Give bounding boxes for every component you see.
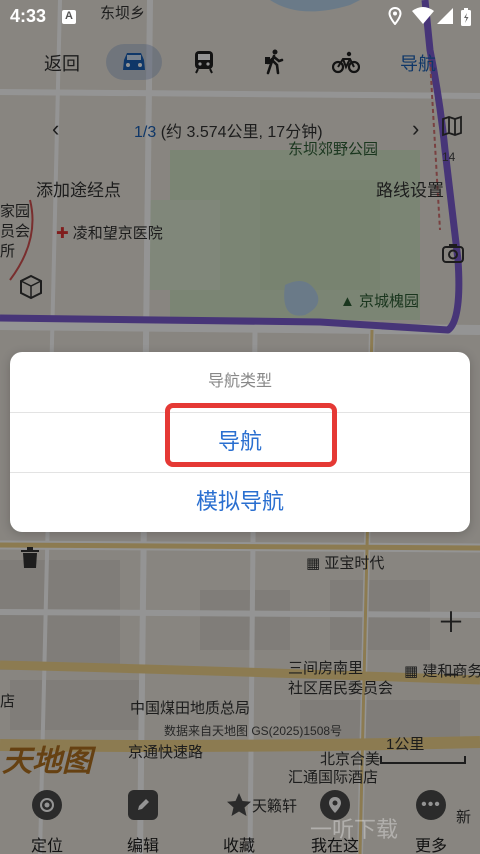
notification-a-icon: A <box>62 10 76 24</box>
status-bar: 4:33 A <box>0 0 480 34</box>
watermark: 一听下载 <box>310 817 399 842</box>
status-time: 4:33 <box>10 6 47 26</box>
location-icon <box>388 6 402 30</box>
highlight-annotation <box>165 403 337 467</box>
battery-icon <box>460 7 472 32</box>
signal-icon <box>436 7 454 30</box>
wifi-icon <box>412 7 434 30</box>
dialog-option-simulate[interactable]: 模拟导航 <box>10 472 470 532</box>
